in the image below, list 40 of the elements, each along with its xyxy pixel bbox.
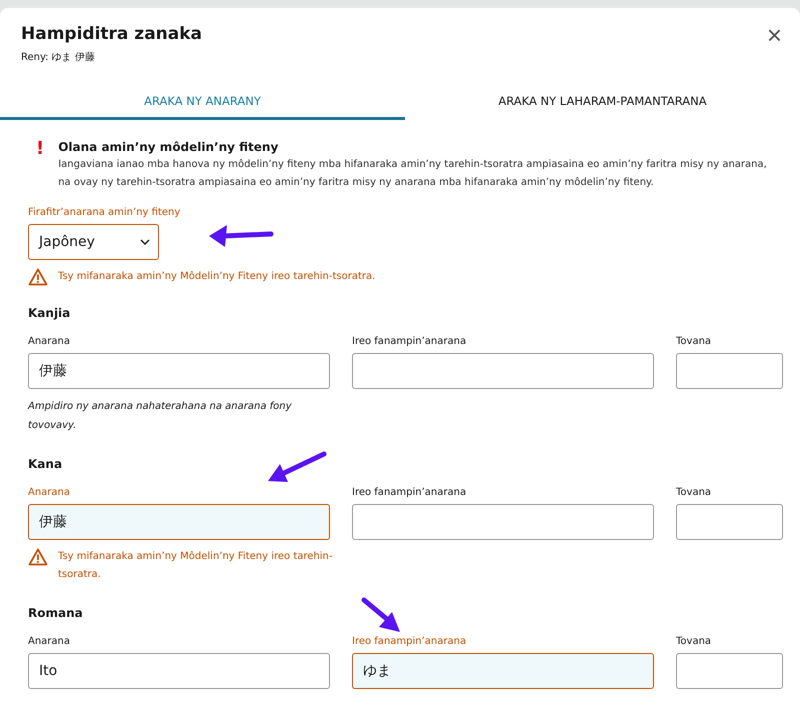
field-label: Tovana (676, 635, 712, 648)
input-field[interactable] (676, 353, 783, 389)
field-label: Ireo fanampin’anarana (352, 335, 466, 348)
dialog-subtitle: Reny: ゆま 伊藤 (21, 50, 96, 64)
input-field[interactable] (676, 504, 783, 540)
input-field[interactable]: ゆま (352, 653, 654, 689)
field-label: Tovana (676, 335, 712, 348)
field-label: Anarana (28, 635, 70, 648)
field-label: Ireo fanampin’anarana (352, 635, 466, 648)
warning-text: Tsy mifanaraka amin’ny Môdelin’ny Fiteny ireo tarehin-tsoratra. (58, 550, 334, 582)
language-select[interactable]: Japôney (28, 224, 159, 260)
input-field[interactable]: Ito (28, 653, 330, 689)
dialog-title: Hampiditra zanaka (21, 23, 202, 46)
field-label: Firafitr’anarana amin’ny fiteny (28, 206, 180, 219)
input-field[interactable]: 伊藤 (28, 504, 330, 540)
field-label: Tovana (676, 486, 712, 499)
input-field[interactable] (352, 504, 654, 540)
annotation-arrow (362, 598, 400, 632)
annotation-arrow (209, 225, 274, 247)
field-label: Ireo fanampin’anarana (352, 486, 466, 499)
tab[interactable]: ARAKA NY LAHARAM-PAMANTARANA (405, 88, 800, 120)
input-field[interactable]: 伊藤 (28, 353, 330, 389)
field-label: Anarana (28, 486, 70, 499)
field-label: Anarana (28, 335, 70, 348)
input-field[interactable] (352, 353, 654, 389)
section-title: Kanjia (28, 306, 72, 321)
warning-icon (28, 548, 48, 566)
close-button[interactable]: × (762, 22, 786, 48)
alert-mark: ! (36, 140, 44, 161)
hint-text: Ampidiro ny anarana nahaterahana na anarana fony tovovavy. (28, 400, 293, 433)
section-title: Romana (28, 606, 84, 621)
chevron-down-icon (140, 239, 150, 245)
annotation-arrow (268, 452, 326, 482)
warning-icon (28, 268, 48, 286)
tab[interactable]: ARAKA NY ANARANY (0, 88, 405, 120)
section-title: Kana (28, 457, 64, 472)
warning-text: Tsy mifanaraka amin’ny Môdelin’ny Fiteny ireo tarehin-tsoratra. (58, 270, 376, 284)
alert-title: Olana amin’ny môdelin’ny fiteny (58, 140, 280, 155)
alert-text: Iangaviana ianao mba hanova ny môdelin’ny fiteny mba hifanaraka amin’ny tarehin-tsoratra ampiasaina eo amin’ny faritra misy ny anarana, na ovay ny tarehin-tsoratra ampiasaina eo amin’ny faritra misy ny anarana mba hifanaraka amin’ny môdelin’ny fiteny. (58, 158, 768, 190)
input-field[interactable] (676, 653, 783, 689)
